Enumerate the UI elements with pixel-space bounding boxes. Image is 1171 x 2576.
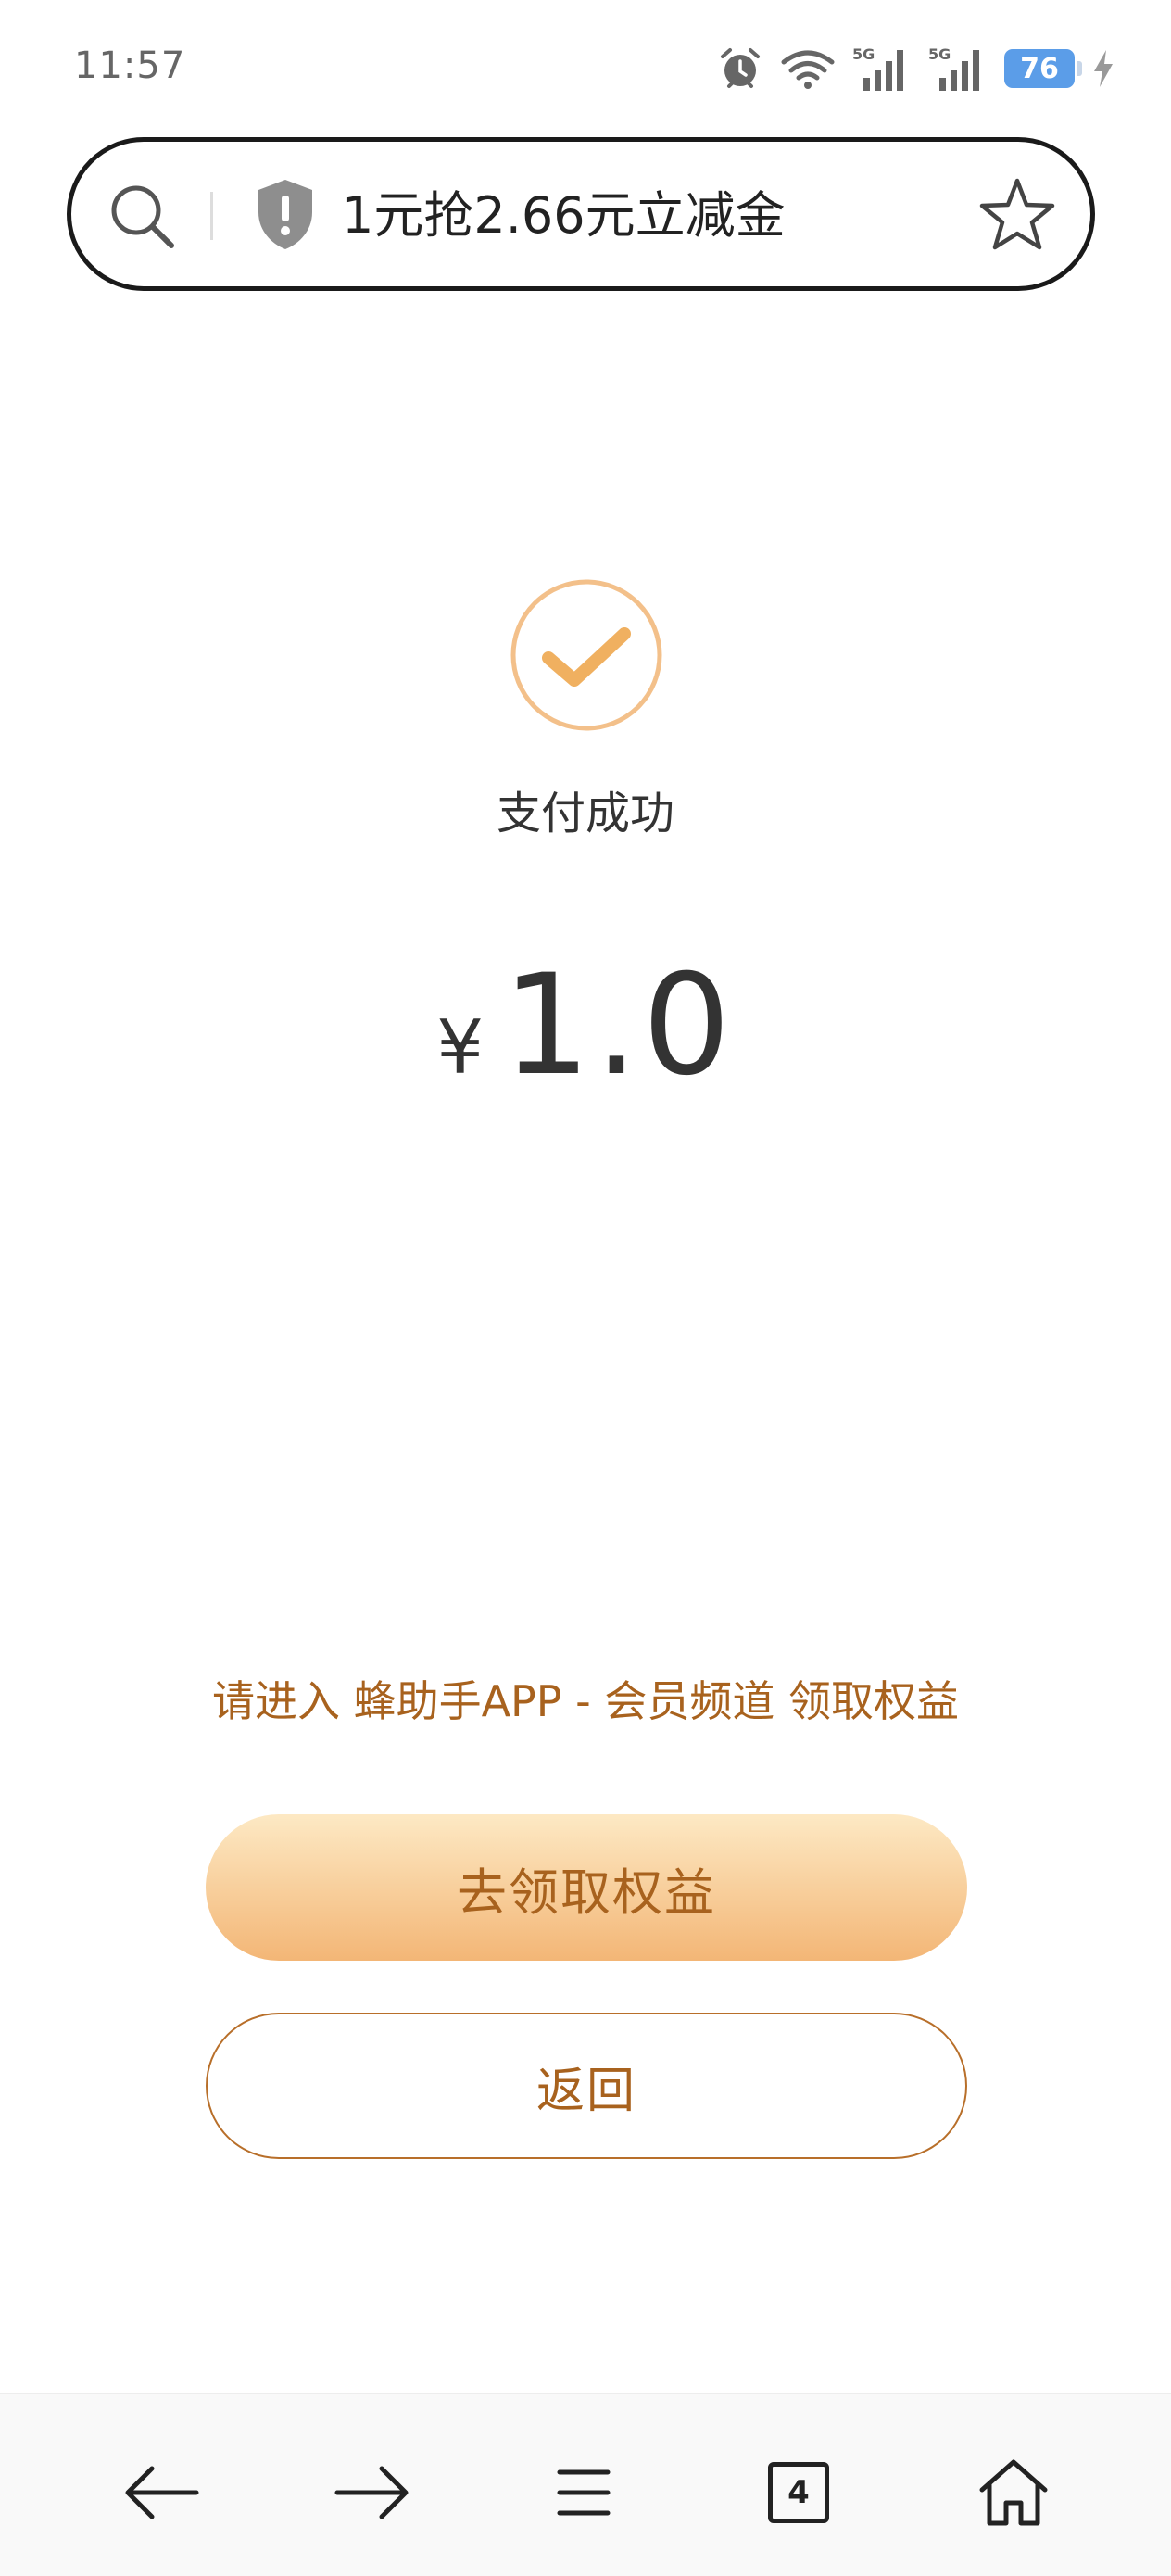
claim-notice: 请进入 蜂助手APP - 会员频道 领取权益 — [211, 1676, 960, 1726]
check-circle-icon — [510, 579, 662, 731]
shield-warning-icon[interactable] — [253, 177, 318, 251]
page-title[interactable]: 1元抢2.66元立减金 — [342, 183, 786, 249]
nav-back-button[interactable] — [115, 2446, 208, 2539]
tab-count: 4 — [787, 2474, 810, 2511]
payment-success-page: 11:57 5G 5G 76 1元抢2.66元立减金 支付成功 ¥ 1.0 请进… — [0, 0, 1171, 2576]
star-icon[interactable] — [977, 175, 1057, 255]
address-bar[interactable]: 1元抢2.66元立减金 — [67, 137, 1095, 291]
signal-2-label: 5G — [928, 45, 951, 63]
signal-5g-icon: 5G — [852, 45, 903, 91]
search-icon[interactable] — [105, 179, 179, 253]
payment-status-text: 支付成功 — [496, 788, 674, 840]
charging-icon — [1094, 50, 1113, 87]
signal-5g-icon: 5G — [928, 45, 979, 91]
address-divider — [210, 192, 213, 240]
nav-home-button[interactable] — [967, 2446, 1060, 2539]
arrow-right-icon — [334, 2466, 409, 2519]
arrow-left-icon — [125, 2466, 199, 2519]
back-button[interactable]: 返回 — [206, 2013, 967, 2159]
currency-symbol: ¥ — [436, 1004, 485, 1091]
battery-icon: 76 — [1004, 49, 1082, 88]
nav-menu-button[interactable] — [537, 2446, 630, 2539]
status-time: 11:57 — [74, 44, 186, 87]
status-icons: 5G 5G 76 — [717, 43, 1115, 95]
signal-1-label: 5G — [852, 45, 875, 63]
claim-benefits-button[interactable]: 去领取权益 — [206, 1814, 967, 1961]
tabs-icon: 4 — [768, 2462, 829, 2523]
nav-forward-button[interactable] — [326, 2446, 419, 2539]
menu-icon — [557, 2469, 611, 2516]
battery-level: 76 — [1020, 52, 1059, 85]
wifi-icon — [781, 50, 835, 89]
amount-value: 1.0 — [502, 945, 735, 1106]
home-icon — [979, 2459, 1048, 2526]
nav-tabs-button[interactable]: 4 — [752, 2446, 845, 2539]
browser-bottom-nav: 4 — [0, 2393, 1171, 2576]
status-bar: 11:57 5G 5G 76 — [0, 0, 1171, 130]
alarm-icon — [721, 48, 760, 88]
payment-amount: ¥1.0 — [0, 945, 1171, 1106]
